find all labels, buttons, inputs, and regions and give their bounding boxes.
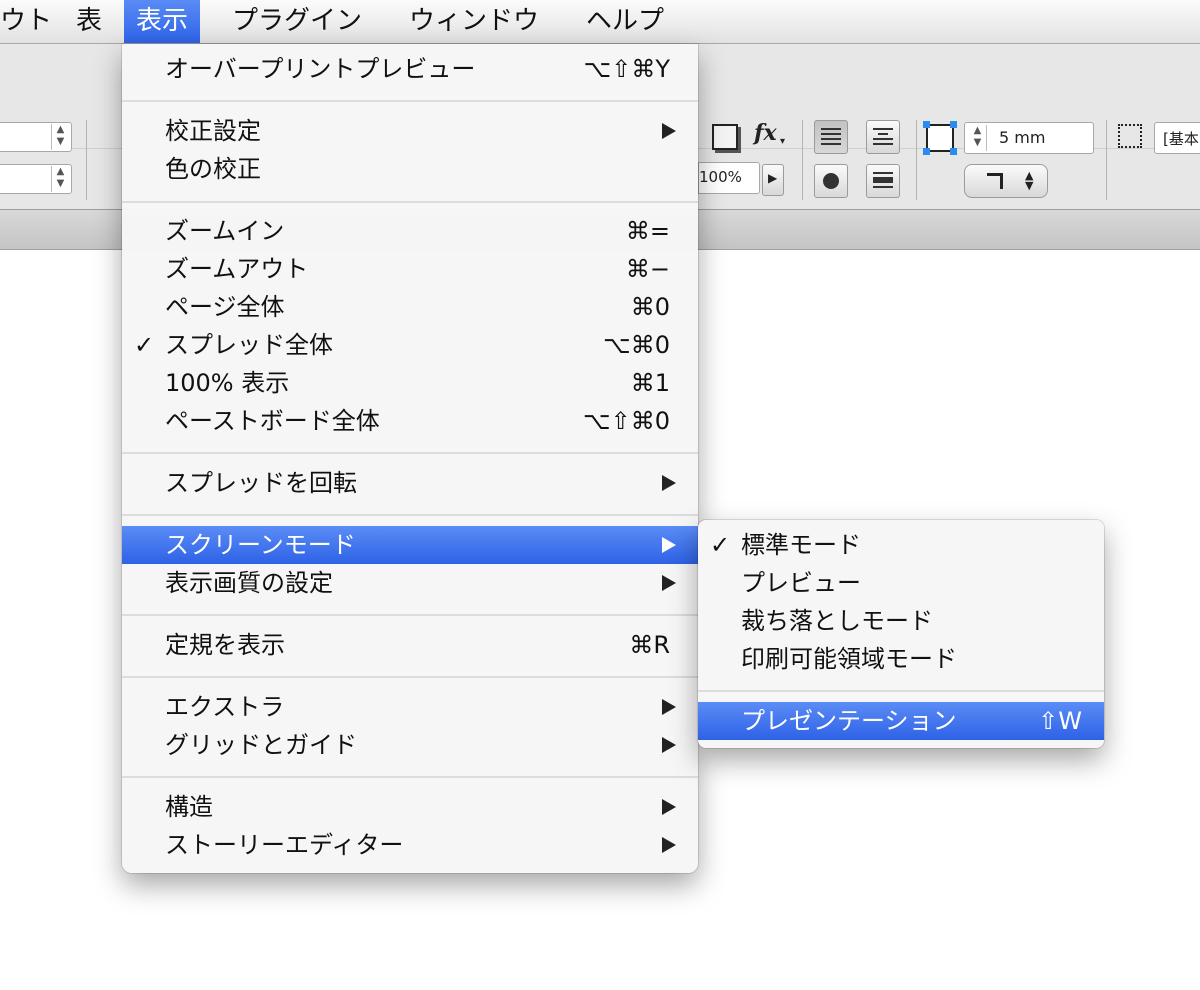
dropdown-caret-icon[interactable]: ▾ <box>780 136 785 147</box>
toolbar-separator <box>1106 120 1107 200</box>
shortcut-label: ⌥⇧⌘Y <box>583 55 670 83</box>
submenu-item-normal[interactable]: ✓ 標準モード <box>698 526 1104 564</box>
stroke-weight-field[interactable]: ▲ ▼ 5 mm <box>964 122 1094 154</box>
text-wrap-box-icon <box>873 128 893 146</box>
menu-separator <box>122 514 698 516</box>
menu-item-actual-size[interactable]: 100% 表示 ⌘1 <box>122 364 698 402</box>
submenu-item-slug[interactable]: 印刷可能領域モード <box>698 640 1104 678</box>
toolbar-separator <box>916 120 917 200</box>
submenu-item-presentation[interactable]: プレゼンテーション ⇧W <box>698 702 1104 740</box>
shortcut-label: ⌘0 <box>630 293 670 321</box>
checkmark-icon: ✓ <box>134 331 155 359</box>
shortcut-label: ⌘R <box>629 631 670 659</box>
menu-item-entire-pasteboard[interactable]: ペーストボード全体 ⌥⇧⌘0 <box>122 402 698 440</box>
menubar-item-plugins[interactable]: プラグイン <box>232 0 362 43</box>
corner-shape-dropdown[interactable]: ▲ ▼ <box>964 164 1048 198</box>
wrap-bounding-box-button[interactable] <box>866 120 900 154</box>
menu-item-show-rulers[interactable]: 定規を表示 ⌘R <box>122 626 698 664</box>
wrap-object-shape-button[interactable] <box>814 164 848 198</box>
no-text-wrap-button[interactable] <box>814 120 848 154</box>
effects-fx-icon[interactable]: fx <box>754 120 777 146</box>
shortcut-label: ⇧W <box>1038 707 1082 735</box>
shortcut-label: ⌘1 <box>630 369 670 397</box>
menu-bar: ウト 表 表示 プラグイン ウィンドウ ヘルプ <box>0 0 1200 44</box>
menu-item-proof-colors[interactable]: 色の校正 <box>122 150 698 188</box>
menu-item-structure[interactable]: 構造 <box>122 788 698 826</box>
menu-separator <box>122 614 698 616</box>
frame-icon <box>923 121 957 155</box>
menu-separator <box>122 201 698 203</box>
submenu-arrow-icon <box>662 123 676 139</box>
submenu-arrow-icon <box>662 837 676 853</box>
menubar-item-window[interactable]: ウィンドウ <box>409 0 539 43</box>
menubar-item-table[interactable]: 表 <box>76 0 102 43</box>
menu-item-zoom-in[interactable]: ズームイン ⌘= <box>122 212 698 250</box>
updown-arrows-icon: ▲ ▼ <box>1025 169 1034 192</box>
reference-x-field[interactable]: ▲ ▼ <box>0 122 72 152</box>
menu-item-display-performance[interactable]: 表示画質の設定 <box>122 564 698 602</box>
menu-separator <box>698 690 1104 692</box>
toolbar-separator <box>802 120 803 200</box>
menu-item-story-editor[interactable]: ストーリーエディター <box>122 826 698 864</box>
jump-object-button[interactable] <box>866 164 900 198</box>
text-wrap-shape-icon <box>823 173 839 189</box>
menubar-item-layout[interactable]: ウト <box>0 0 52 43</box>
opacity-field[interactable]: 100% <box>698 162 760 194</box>
drop-shadow-icon[interactable] <box>712 124 738 150</box>
menu-item-rotate-spread[interactable]: スプレッドを回転 <box>122 464 698 502</box>
submenu-arrow-icon <box>662 537 676 553</box>
triangle-right-icon: ▶ <box>768 171 778 185</box>
opacity-stepper-button[interactable]: ▶ <box>762 164 784 196</box>
corner-shape-icon <box>987 173 1003 189</box>
shortcut-label: ⌘= <box>625 217 670 245</box>
menu-item-extras[interactable]: エクストラ <box>122 688 698 726</box>
menu-separator <box>122 100 698 102</box>
submenu-arrow-icon <box>662 475 676 491</box>
screen-mode-submenu: ✓ 標準モード プレビュー 裁ち落としモード 印刷可能領域モード プレゼンテーシ… <box>698 520 1104 748</box>
submenu-arrow-icon <box>662 699 676 715</box>
submenu-arrow-icon <box>662 799 676 815</box>
text-wrap-jump-icon <box>873 172 893 190</box>
menubar-item-help[interactable]: ヘルプ <box>586 0 664 43</box>
checkmark-icon: ✓ <box>710 531 731 559</box>
menu-item-zoom-out[interactable]: ズームアウト ⌘− <box>122 250 698 288</box>
menu-item-fit-page[interactable]: ページ全体 ⌘0 <box>122 288 698 326</box>
menu-separator <box>122 676 698 678</box>
menu-item-grids-guides[interactable]: グリッドとガイド <box>122 726 698 764</box>
toolbar-separator <box>86 120 87 200</box>
submenu-item-preview[interactable]: プレビュー <box>698 564 1104 602</box>
view-menu: オーバープリントプレビュー ⌥⇧⌘Y 校正設定 色の校正 ズームイン ⌘= ズー… <box>122 44 698 873</box>
shortcut-label: ⌥⇧⌘0 <box>582 407 670 435</box>
menu-separator <box>122 452 698 454</box>
menubar-item-view[interactable]: 表示 <box>124 0 201 43</box>
spinner-arrows-icon[interactable]: ▲ ▼ <box>51 124 69 150</box>
grid-options-icon[interactable] <box>1118 124 1142 148</box>
shortcut-label: ⌥⌘0 <box>603 331 670 359</box>
menu-item-overprint-preview[interactable]: オーバープリントプレビュー ⌥⇧⌘Y <box>122 50 698 88</box>
shortcut-label: ⌘− <box>625 255 670 283</box>
menu-item-proof-setup[interactable]: 校正設定 <box>122 112 698 150</box>
text-wrap-none-icon <box>821 128 841 146</box>
submenu-arrow-icon <box>662 575 676 591</box>
spinner-arrows-icon[interactable]: ▲ ▼ <box>969 125 987 151</box>
reference-y-field[interactable]: ▲ ▼ <box>0 164 72 194</box>
menu-item-screen-mode[interactable]: スクリーンモード <box>122 526 698 564</box>
submenu-item-bleed[interactable]: 裁ち落としモード <box>698 602 1104 640</box>
spinner-arrows-icon[interactable]: ▲ ▼ <box>51 166 69 192</box>
menu-item-fit-spread[interactable]: ✓ スプレッド全体 ⌥⌘0 <box>122 326 698 364</box>
menu-separator <box>122 776 698 778</box>
submenu-arrow-icon <box>662 737 676 753</box>
object-style-field[interactable]: [基本 <box>1154 122 1200 154</box>
